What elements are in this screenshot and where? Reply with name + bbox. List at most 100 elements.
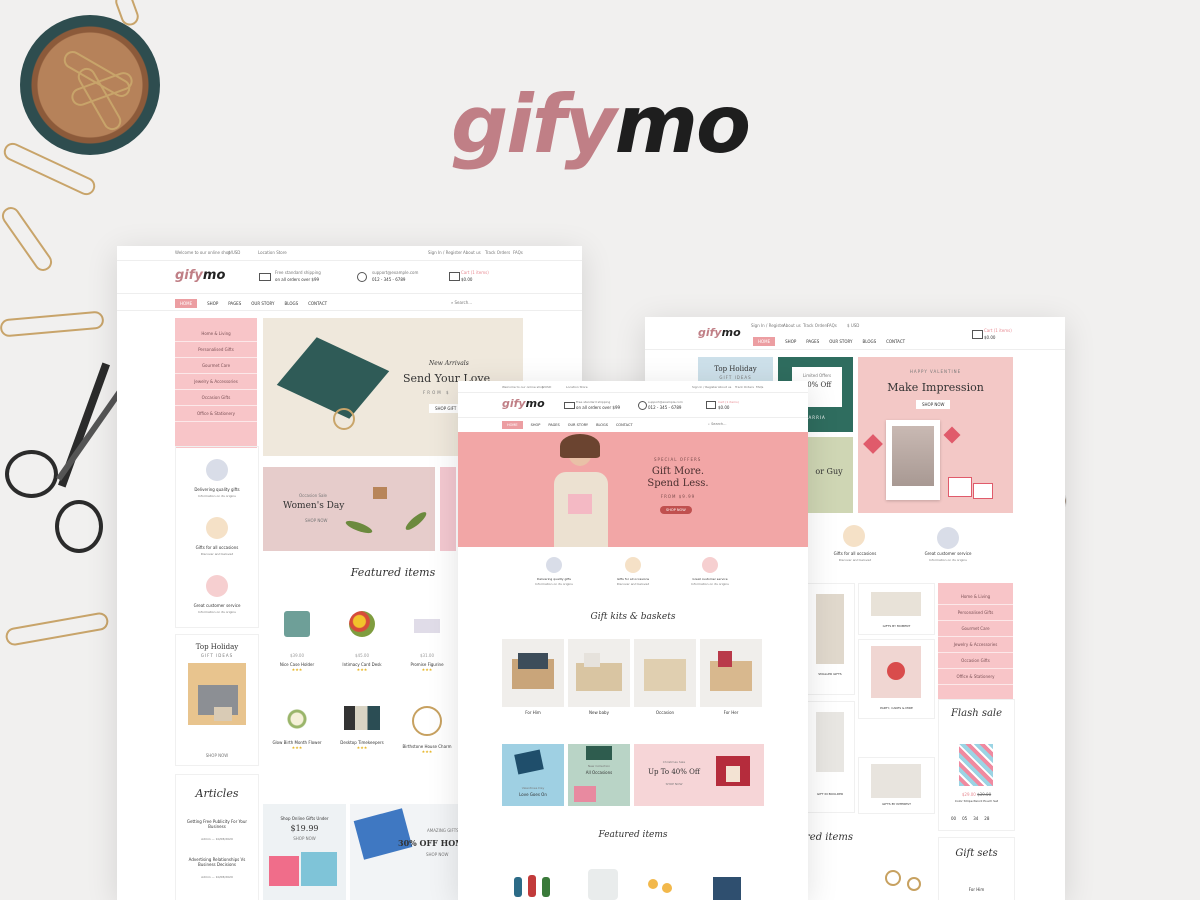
product-tile[interactable]: SMALLER GIFTS (805, 583, 855, 695)
category-item[interactable]: Home & Living (938, 589, 1013, 605)
countdown-timer: 00 05 34 28 (951, 816, 990, 821)
site-logo[interactable]: gifymo (175, 268, 225, 283)
about-link[interactable]: About us (783, 323, 801, 328)
cart-icon[interactable] (972, 330, 983, 339)
about-link[interactable]: About us (718, 385, 731, 389)
headset-icon (357, 272, 367, 282)
cart-icon[interactable] (706, 401, 716, 409)
banner-title: Up To 40% Off (648, 768, 700, 776)
nav-pages[interactable]: PAGES (228, 301, 241, 306)
product-tile[interactable]: GIFTS BY MOMENT (858, 583, 935, 635)
track-link[interactable]: Track Orders (735, 385, 754, 389)
article-title[interactable]: Getting Free Publicity For Your Business (182, 819, 252, 829)
signin-link[interactable]: Sign In / Register (751, 323, 785, 328)
product-name[interactable]: GIFTS BY MOMENT (859, 624, 934, 628)
product-card[interactable]: Glow Birth Month Flower ★★★ (267, 706, 327, 750)
about-link[interactable]: About us (463, 250, 481, 255)
category-item[interactable]: Gourmet Care (938, 621, 1013, 637)
cart-label[interactable]: Cart (1 items) (984, 328, 1012, 333)
nav-shop[interactable]: SHOP (531, 423, 541, 427)
faq-link[interactable]: FAQs (756, 385, 763, 389)
category-item[interactable]: Office & Stationery (175, 406, 257, 422)
nav-home[interactable]: HOME (753, 337, 776, 346)
nav-home[interactable]: HOME (502, 421, 523, 429)
store-link[interactable]: Location Store (258, 250, 287, 255)
product-card[interactable]: Desktop Timekeepers ★★★ (332, 706, 392, 750)
kit-label[interactable]: For Her (700, 710, 762, 715)
valentine-button[interactable]: SHOP NOW (916, 400, 951, 409)
cart-label[interactable]: Cart (1 items) (718, 400, 739, 404)
banner-button[interactable]: SHOP NOW (644, 782, 704, 786)
kit-card[interactable] (634, 639, 696, 707)
search-input[interactable]: ⌕ Search... (708, 422, 726, 426)
article-title[interactable]: Advertising Relationships Vs Business De… (182, 857, 252, 867)
search-input[interactable]: ⌕ Search... (451, 300, 472, 305)
kit-label[interactable]: Occasion (634, 710, 696, 715)
site-logo[interactable]: gifymo (698, 326, 741, 339)
cart-icon[interactable] (449, 272, 460, 281)
nav-blogs[interactable]: BLOGS (862, 339, 876, 344)
product-name[interactable]: PARTY, CAKES & MIRE (859, 706, 934, 710)
category-item[interactable]: Home & Living (175, 326, 257, 342)
nav-contact[interactable]: CONTACT (616, 423, 633, 427)
category-item[interactable]: Gourmet Care (175, 358, 257, 374)
product-card[interactable]: $45.00 Intimacy Card Desk ★★★ (332, 611, 392, 672)
category-item[interactable]: Personalised Gifts (175, 342, 257, 358)
product-tile[interactable]: GIFTS BY INTEREST (858, 757, 935, 814)
category-item[interactable]: Jewelry & Accessories (938, 637, 1013, 653)
category-item[interactable]: Jewelry & Accessories (175, 374, 257, 390)
product-card[interactable]: $39.00 Nice Case Holder ★★★ (267, 611, 327, 672)
kit-card[interactable] (502, 639, 564, 707)
cart-label[interactable]: Cart (1 items) (461, 270, 489, 275)
product-tile[interactable]: PARTY, CAKES & MIRE (858, 639, 935, 719)
category-item[interactable]: Occasion Gifts (938, 653, 1013, 669)
product-card[interactable]: Birthstone House Charm ★★★ (397, 706, 457, 754)
category-item[interactable]: Occasion Gifts (175, 390, 257, 406)
hero-button[interactable]: SHOP NOW (660, 506, 692, 514)
nav-pages[interactable]: PAGES (548, 423, 559, 427)
currency-select[interactable]: $ USD (228, 250, 240, 255)
currency-select[interactable]: $ USD (847, 323, 859, 328)
product-image (588, 869, 618, 900)
product-card[interactable]: $31.00 Promise Figurine ★★★ (397, 611, 457, 672)
nav-shop[interactable]: SHOP (785, 339, 796, 344)
nav-shop[interactable]: SHOP (207, 301, 218, 306)
promo-button[interactable]: SHOP NOW (263, 836, 346, 841)
store-link[interactable]: Location Store (566, 385, 588, 389)
nav-blogs[interactable]: BLOGS (284, 301, 298, 306)
track-link[interactable]: Track Orders (803, 323, 828, 328)
faq-link[interactable]: FAQs (827, 323, 837, 328)
nav-our-story[interactable]: OUR STORY (251, 301, 274, 306)
category-item[interactable]: Personalised Gifts (938, 605, 1013, 621)
signin-link[interactable]: Sign In / Register (428, 250, 462, 255)
kit-label[interactable]: For Him (502, 710, 564, 715)
product-name[interactable]: GIFTS BY INTEREST (859, 802, 934, 806)
nav-pages[interactable]: PAGES (806, 339, 819, 344)
signin-link[interactable]: Sign In / Register (692, 385, 718, 389)
faq-link[interactable]: FAQs (513, 250, 523, 255)
giftsets-item[interactable]: For Him (939, 887, 1014, 892)
kit-label[interactable]: New baby (568, 710, 630, 715)
track-link[interactable]: Track Orders (485, 250, 510, 255)
nav-our-story[interactable]: OUR STORY (568, 423, 588, 427)
kit-card[interactable] (700, 639, 762, 707)
brand-logo: gifymo (0, 78, 1200, 171)
nav-our-story[interactable]: OUR STORY (829, 339, 852, 344)
nav-home[interactable]: HOME (175, 299, 198, 308)
nav-blogs[interactable]: BLOGS (596, 423, 608, 427)
flash-product-name[interactable]: Color Stripe Pencil Pouch Set (939, 799, 1014, 803)
product-name[interactable]: GIFT IN BOULDER (806, 792, 854, 796)
nav-contact[interactable]: CONTACT (886, 339, 905, 344)
nav-contact[interactable]: CONTACT (308, 301, 327, 306)
site-logo[interactable]: gifymo (502, 397, 545, 410)
currency-select[interactable]: $ USD (542, 385, 551, 389)
kit-card[interactable] (568, 639, 630, 707)
product-name[interactable]: SMALLER GIFTS (806, 672, 854, 676)
category-item[interactable]: Office & Stationery (938, 669, 1013, 685)
promo2-button[interactable]: SHOP NOW (426, 852, 448, 857)
product-tile[interactable]: GIFT IN BOULDER (805, 701, 855, 813)
gift-box-image (353, 808, 413, 860)
womens-button[interactable]: SHOP NOW (305, 518, 327, 523)
holiday-button[interactable]: SHOP NOW (176, 753, 258, 758)
product-image (284, 611, 310, 637)
